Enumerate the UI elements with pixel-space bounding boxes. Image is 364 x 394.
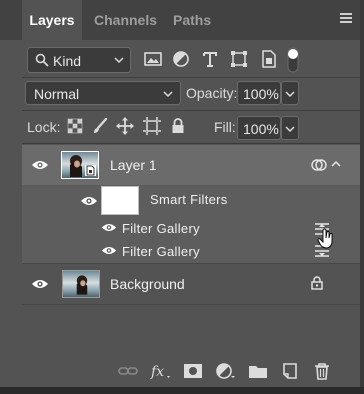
- delete-icon[interactable]: [312, 362, 332, 380]
- adjustment-layer-icon[interactable]: [215, 362, 235, 380]
- panel-bottom-edge: [0, 387, 364, 394]
- opacity-value: 100%: [243, 86, 279, 102]
- chevron-down-icon: [285, 126, 295, 133]
- divider: [22, 77, 360, 78]
- fill-dropdown-button[interactable]: [281, 116, 299, 140]
- new-layer-icon[interactable]: [280, 362, 300, 380]
- lock-artboard-icon[interactable]: [143, 117, 161, 135]
- svg-text:fx: fx: [150, 364, 164, 380]
- smart-filter-mask-thumbnail[interactable]: [101, 186, 139, 215]
- smart-filter-indicator-icon: [311, 159, 327, 171]
- layer-locked-icon[interactable]: [311, 276, 323, 290]
- filter-name: Filter Gallery: [122, 221, 200, 236]
- blend-mode-label: Normal: [34, 86, 80, 102]
- chevron-down-icon: [114, 57, 124, 64]
- filter-name: Filter Gallery: [122, 244, 200, 259]
- visibility-eye-icon[interactable]: [101, 245, 117, 256]
- opacity-label: Opacity:: [186, 85, 238, 101]
- layer-name[interactable]: Layer 1: [110, 157, 157, 173]
- hand-cursor-icon: [317, 228, 333, 249]
- layer-thumbnail[interactable]: [61, 151, 99, 179]
- filter-kind-label: Kind: [53, 53, 82, 69]
- portrait-figure-icon: [70, 155, 82, 177]
- opacity-dropdown-button[interactable]: [281, 81, 299, 105]
- tab-paths[interactable]: Paths: [173, 0, 211, 40]
- visibility-eye-icon[interactable]: [101, 222, 117, 233]
- panel-edge: [360, 0, 364, 387]
- lock-label: Lock:: [27, 119, 61, 135]
- chevron-down-icon: [285, 91, 295, 98]
- image-filter-icon[interactable]: [143, 49, 163, 69]
- layer-name[interactable]: Background: [110, 276, 185, 292]
- layers-bottom-toolbar: fx: [0, 357, 360, 387]
- fill-field[interactable]: 100%: [237, 116, 281, 140]
- add-mask-icon[interactable]: [183, 362, 203, 380]
- chevron-up-icon[interactable]: [331, 160, 341, 168]
- new-group-icon[interactable]: [248, 362, 268, 380]
- chevron-down-icon: [163, 91, 173, 98]
- smart-object-badge-icon: [85, 165, 96, 176]
- lock-position-icon[interactable]: [116, 117, 134, 135]
- tab-channels[interactable]: Channels: [94, 0, 157, 40]
- fill-value: 100%: [243, 121, 279, 137]
- divider: [22, 143, 360, 144]
- portrait-figure-icon: [76, 275, 88, 295]
- link-layers-icon[interactable]: [118, 362, 138, 380]
- visibility-eye-icon[interactable]: [31, 159, 49, 171]
- search-icon: [35, 53, 49, 67]
- fx-icon[interactable]: fx: [150, 362, 170, 380]
- lock-transparent-pixels-icon[interactable]: [66, 117, 84, 135]
- lock-all-icon[interactable]: [169, 117, 187, 135]
- type-filter-icon[interactable]: [200, 49, 220, 69]
- blend-mode-select[interactable]: Normal: [25, 81, 181, 105]
- tab-layers[interactable]: Layers: [22, 0, 82, 40]
- background-thumbnail[interactable]: [62, 270, 100, 298]
- visibility-eye-icon[interactable]: [80, 195, 98, 207]
- shape-filter-icon[interactable]: [229, 49, 249, 69]
- visibility-eye-icon[interactable]: [31, 278, 49, 290]
- adjustment-filter-icon[interactable]: [171, 49, 191, 69]
- panel-menu-icon[interactable]: [340, 13, 352, 23]
- smart-object-filter-icon[interactable]: [259, 49, 279, 69]
- filter-kind-select[interactable]: Kind: [27, 47, 131, 73]
- smart-filters-label: Smart Filters: [150, 192, 228, 207]
- filter-toggle-icon[interactable]: [285, 47, 301, 73]
- divider: [22, 304, 360, 305]
- lock-image-pixels-icon[interactable]: [91, 117, 109, 135]
- fill-label: Fill:: [214, 119, 236, 135]
- tab-bar: Layers Channels Paths: [0, 0, 360, 40]
- opacity-field[interactable]: 100%: [237, 81, 281, 105]
- divider: [22, 110, 360, 111]
